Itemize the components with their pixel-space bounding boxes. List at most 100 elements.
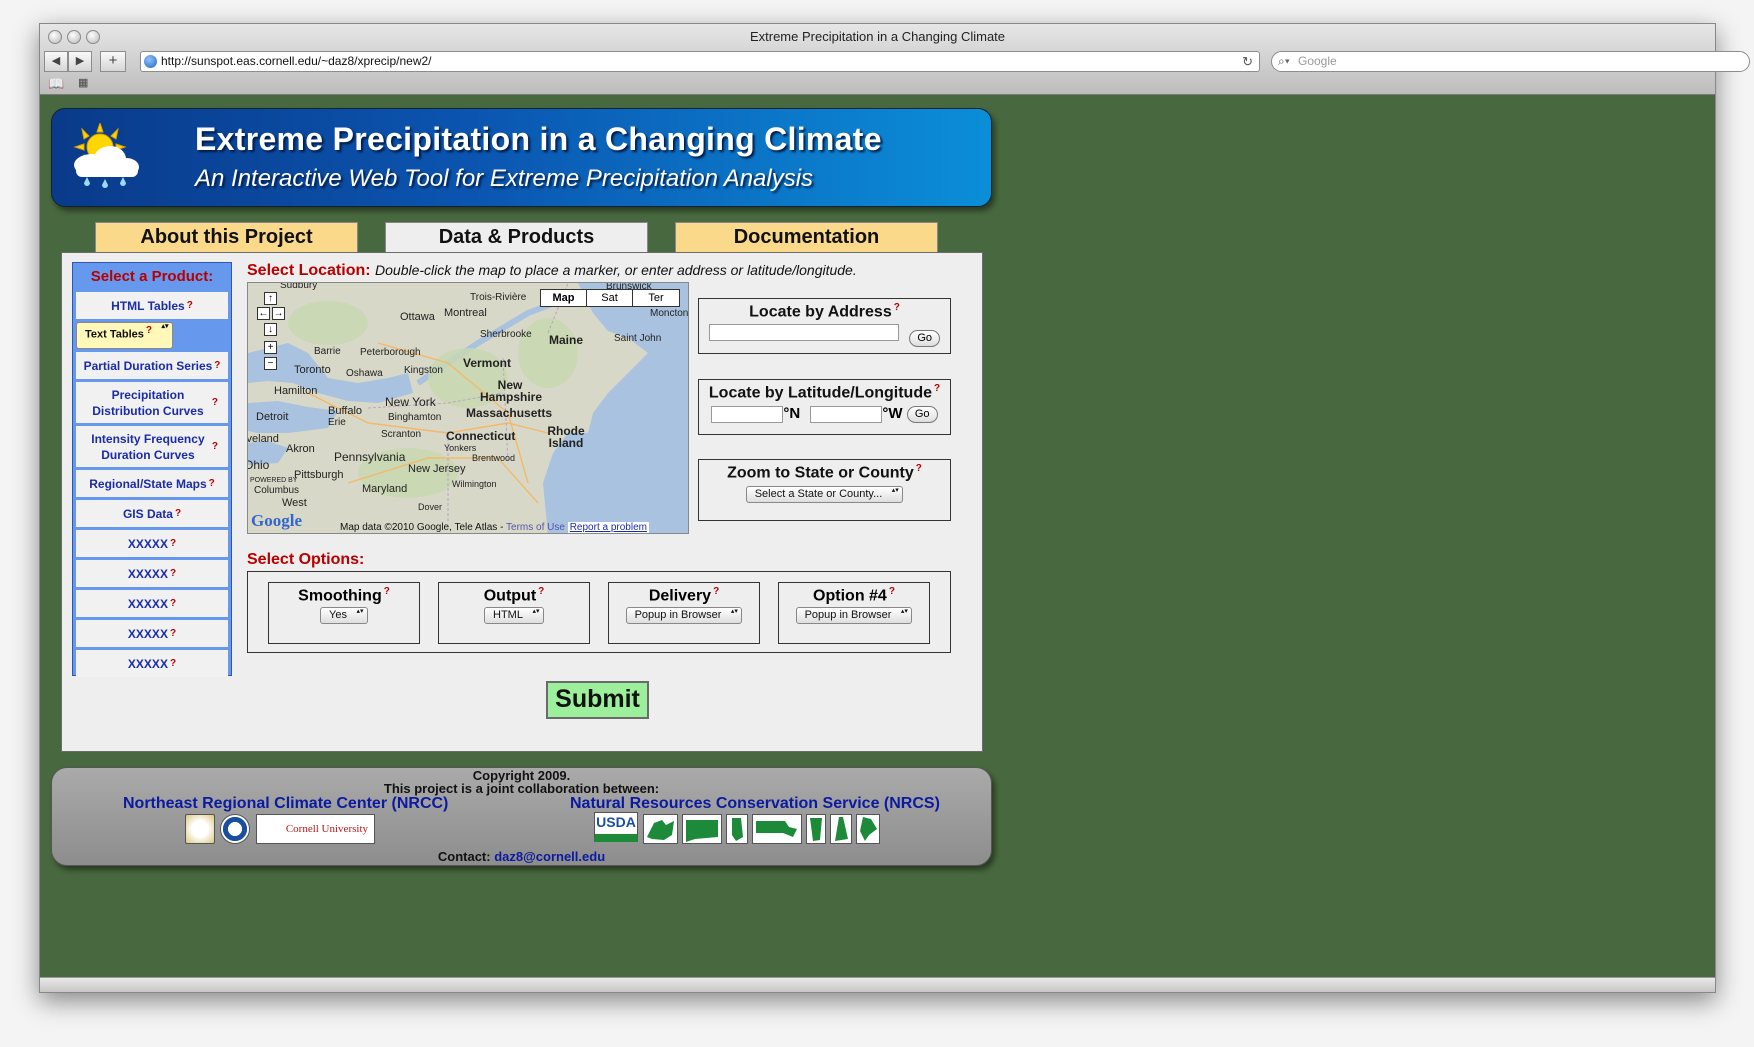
report-problem-link[interactable]: Report a problem	[567, 522, 649, 533]
address-input[interactable]	[708, 324, 899, 342]
tab-documentation[interactable]: Documentation	[675, 222, 938, 253]
vermont-state-icon[interactable]	[806, 814, 826, 844]
zoom-in-icon[interactable]: +	[264, 341, 277, 354]
help-icon[interactable]: ?	[170, 566, 176, 582]
map-place-label: Trois-Rivière	[470, 292, 527, 303]
help-icon[interactable]: ?	[916, 463, 922, 474]
help-icon[interactable]: ?	[209, 476, 215, 492]
pan-left-icon[interactable]: ←	[257, 307, 270, 320]
new-york-state-icon[interactable]	[643, 814, 678, 844]
help-icon[interactable]: ?	[212, 395, 218, 411]
option-smoothing-title: Smoothing	[298, 587, 382, 605]
map-place-label: Binghamton	[388, 412, 442, 423]
help-icon[interactable]: ?	[384, 586, 390, 597]
search-input[interactable]: ⌕▾ Google	[1271, 51, 1750, 72]
smoothing-select[interactable]: Yes	[320, 607, 368, 625]
delivery-select[interactable]: Popup in Browser	[625, 607, 743, 625]
select-location-instructions: Double-click the map to place a marker, …	[375, 262, 857, 278]
product-item-partial-duration-series[interactable]: Partial Duration Series?	[76, 352, 228, 379]
google-logo: Google	[251, 511, 302, 530]
map-type-satellite[interactable]: Sat	[587, 290, 633, 306]
help-icon[interactable]: ?	[146, 325, 152, 336]
contact-email-link[interactable]: daz8@cornell.edu	[494, 849, 605, 864]
pan-right-icon[interactable]: →	[272, 307, 285, 320]
nrcs-link[interactable]: Natural Resources Conservation Service (…	[570, 795, 940, 813]
help-icon[interactable]: ?	[214, 358, 220, 374]
locate-by-latlon-box: Locate by Latitude/Longitude? °N °W Go	[698, 379, 951, 435]
add-bookmark-icon[interactable]: +	[100, 51, 126, 72]
map-place-label: Dover	[418, 502, 443, 512]
submit-button[interactable]: Submit	[546, 681, 649, 719]
help-icon[interactable]: ?	[713, 586, 719, 597]
connecticut-state-icon[interactable]	[682, 814, 722, 844]
help-icon[interactable]: ?	[170, 536, 176, 552]
latitude-input[interactable]	[711, 405, 784, 423]
state-county-select[interactable]: Select a State or County...	[745, 486, 904, 504]
maine-state-icon[interactable]	[856, 814, 880, 844]
back-icon[interactable]: ◀	[44, 51, 68, 72]
forward-icon[interactable]: ▶	[68, 51, 92, 72]
pan-down-icon[interactable]: ↓	[264, 323, 277, 336]
option-4-select[interactable]: Popup in Browser	[795, 607, 913, 625]
product-item-placeholder-4[interactable]: XXXXX?	[76, 620, 228, 647]
map-place-label: Connecticut	[446, 429, 516, 443]
top-sites-grid-icon[interactable]: ▦	[78, 76, 88, 89]
help-icon[interactable]: ?	[170, 596, 176, 612]
nrcc-link[interactable]: Northeast Regional Climate Center (NRCC)	[123, 795, 448, 813]
url-text: http://sunspot.eas.cornell.edu/~daz8/xpr…	[161, 54, 432, 68]
product-item-regional-state-maps[interactable]: Regional/State Maps?	[76, 470, 228, 497]
zoom-out-icon[interactable]: −	[264, 357, 277, 370]
map-type-terrain[interactable]: Ter	[633, 290, 679, 306]
cornell-university-logo[interactable]: Cornell University	[256, 814, 375, 844]
weather-logo-icon	[73, 123, 139, 188]
product-item-precip-distribution-curves[interactable]: Precipitation Distribution Curves?	[76, 382, 228, 423]
help-icon[interactable]: ?	[187, 298, 193, 314]
product-item-placeholder-1[interactable]: XXXXX?	[76, 530, 228, 557]
product-item-placeholder-2[interactable]: XXXXX?	[76, 560, 228, 587]
locate-by-address-box: Locate by Address? Go	[698, 298, 951, 354]
longitude-input[interactable]	[810, 405, 883, 423]
help-icon[interactable]: ?	[934, 383, 940, 394]
product-item-gis-data[interactable]: GIS Data?	[76, 500, 228, 527]
location-map[interactable]: ↑ ← → ↓ + − Map Sat Ter Sudbury Trois-Ri…	[247, 282, 689, 534]
map-type-map[interactable]: Map	[541, 290, 587, 306]
tab-about-project[interactable]: About this Project	[95, 222, 358, 253]
help-icon[interactable]: ?	[538, 586, 544, 597]
map-place-label: Montreal	[444, 307, 487, 319]
option-delivery-title: Delivery	[648, 587, 712, 605]
product-item-label: XXXXX	[127, 626, 168, 641]
help-icon[interactable]: ?	[170, 626, 176, 642]
help-icon[interactable]: ?	[175, 506, 181, 522]
map-place-label: New York	[385, 395, 436, 409]
product-item-placeholder-5[interactable]: XXXXX?	[76, 650, 228, 677]
help-icon[interactable]: ?	[170, 656, 176, 672]
help-icon[interactable]: ?	[212, 439, 218, 455]
tab-data-products[interactable]: Data & Products	[385, 222, 648, 254]
address-go-button[interactable]: Go	[909, 330, 941, 348]
product-item-html-tables[interactable]: HTML Tables?	[76, 292, 228, 319]
rhode-island-state-icon[interactable]	[726, 814, 748, 844]
pan-up-icon[interactable]: ↑	[264, 292, 277, 305]
bookmarks-book-icon[interactable]: 📖	[48, 76, 64, 92]
map-place-label: Maryland	[362, 483, 408, 495]
reload-icon[interactable]: ↻	[1242, 52, 1253, 71]
map-place-label: Yonkers	[444, 443, 477, 453]
noaa-logo[interactable]	[220, 814, 250, 844]
map-place-label: Erie	[328, 417, 346, 428]
usda-logo[interactable]: USDA	[594, 812, 638, 842]
select-location-heading: Select Location:	[247, 262, 371, 279]
output-select[interactable]: HTML	[484, 607, 544, 625]
product-item-label: XXXXX	[127, 656, 168, 671]
new-hampshire-state-icon[interactable]	[830, 814, 852, 844]
massachusetts-state-icon[interactable]	[752, 814, 802, 844]
help-icon[interactable]: ?	[894, 302, 900, 313]
product-item-placeholder-3[interactable]: XXXXX?	[76, 590, 228, 617]
help-icon[interactable]: ?	[889, 586, 895, 597]
product-item-idf-curves[interactable]: Intensity Frequency Duration Curves?	[76, 426, 228, 467]
terms-of-use-link[interactable]: Terms of Use	[506, 522, 565, 533]
site-subtitle: An Interactive Web Tool for Extreme Prec…	[195, 165, 814, 192]
address-bar[interactable]: http://sunspot.eas.cornell.edu/~daz8/xpr…	[140, 51, 1260, 72]
product-item-text-tables[interactable]: Text Tables?	[76, 322, 173, 349]
latlon-go-button[interactable]: Go	[906, 405, 938, 423]
nrcc-seal-logo[interactable]	[185, 814, 215, 844]
